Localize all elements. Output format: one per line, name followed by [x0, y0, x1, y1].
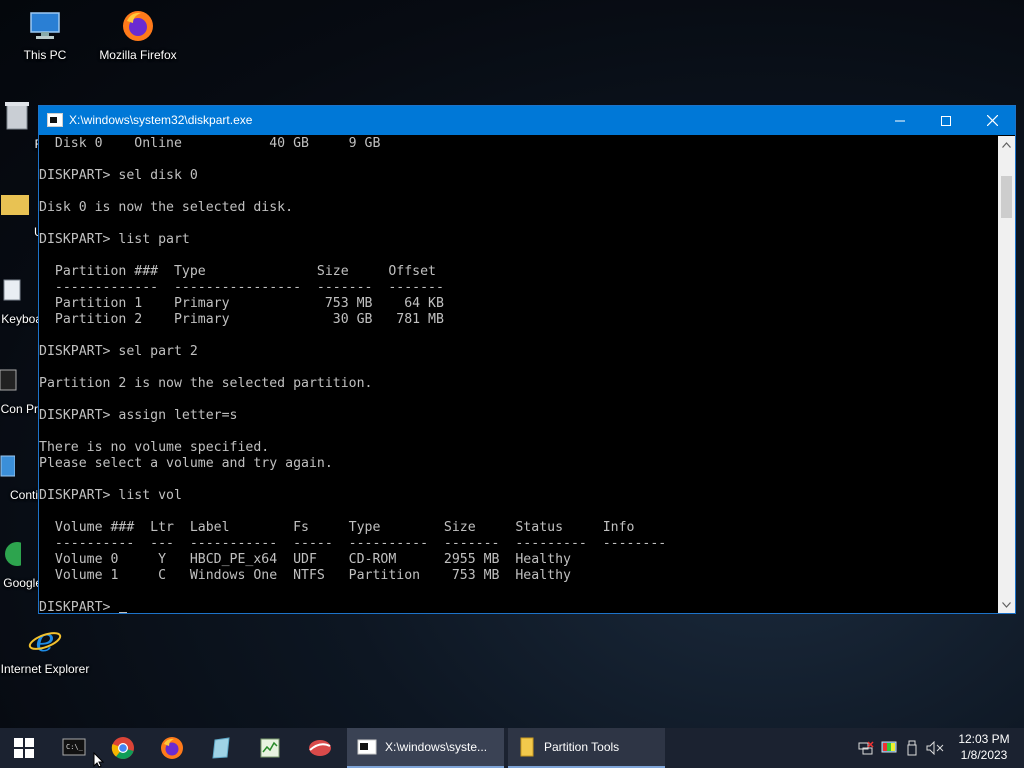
desktop-icon-label: Google — [3, 576, 42, 590]
taskbar-chrome[interactable] — [99, 728, 147, 768]
recycle-bin-icon — [0, 97, 35, 133]
window-titlebar[interactable]: X:\windows\system32\diskpart.exe — [39, 106, 1015, 135]
command-prompt-icon: C:\_ — [62, 738, 86, 756]
tray-volume-icon-button[interactable] — [923, 728, 947, 768]
this-pc-icon — [27, 8, 63, 44]
taskbar-window-partition-tools[interactable]: Partition Tools — [508, 728, 665, 768]
chrome-icon — [111, 737, 134, 759]
desktop-icon-label: Conti — [9, 488, 38, 502]
taskbar-window-label: X:\windows\syste... — [385, 740, 488, 754]
console-text: Disk 0 Online 40 GB 9 GB DISKPART> sel d… — [39, 136, 667, 613]
display-color-icon — [881, 741, 897, 753]
folder-icon — [0, 185, 33, 221]
svg-text:C:\_: C:\_ — [66, 743, 84, 751]
console-window-icon — [357, 739, 377, 755]
desktop-icon-this-pc[interactable]: This PC — [0, 8, 90, 62]
task-manager-icon — [260, 738, 280, 758]
notepad-icon — [212, 737, 230, 759]
window-title: X:\windows\system32\diskpart.exe — [69, 113, 253, 127]
tray-network-icon-button[interactable] — [854, 728, 878, 768]
tray-display-icon-button[interactable] — [877, 728, 901, 768]
console-app-icon — [47, 113, 63, 127]
svg-text:e: e — [36, 623, 55, 657]
clock-date: 1/8/2023 — [960, 748, 1008, 762]
taskbar-clock[interactable]: 12:03 PM 1/8/2023 — [954, 731, 1014, 763]
clock-time: 12:03 PM — [958, 732, 1010, 746]
scroll-up-button[interactable] — [998, 136, 1015, 153]
desktop-icon-internet-explorer[interactable]: e Internet Explorer — [0, 622, 90, 676]
taskbar-firefox[interactable] — [148, 728, 196, 768]
app-icon — [0, 448, 23, 484]
chevron-up-icon — [1002, 141, 1011, 148]
maximize-icon — [941, 115, 951, 126]
firefox-icon — [161, 737, 183, 759]
console-icon — [0, 362, 26, 398]
desktop-icon-label: Mozilla Firefox — [99, 48, 177, 62]
network-disconnected-icon — [858, 741, 874, 755]
maximize-button[interactable] — [923, 106, 969, 135]
desktop-icon-contig[interactable]: Conti — [0, 448, 38, 502]
taskbar-command-prompt[interactable]: C:\_ — [50, 728, 98, 768]
taskbar-notepad[interactable] — [197, 728, 245, 768]
desktop-icon-firefox[interactable]: Mozilla Firefox — [93, 8, 183, 62]
chevron-down-icon — [1002, 601, 1011, 608]
minimize-button[interactable] — [877, 106, 923, 135]
mouse-pointer-icon — [93, 752, 105, 768]
taskbar-network-tool[interactable] — [296, 728, 344, 768]
internet-explorer-icon: e — [27, 622, 63, 658]
desktop-icon-label: Con Pr — [0, 402, 38, 416]
usb-drive-icon — [907, 740, 917, 756]
taskbar-task-manager[interactable] — [246, 728, 294, 768]
windows-logo-icon — [14, 738, 34, 758]
desktop-icon-label: This PC — [23, 48, 67, 62]
text-cursor — [119, 612, 128, 613]
scrollbar-thumb[interactable] — [1001, 176, 1012, 218]
diskpart-window[interactable]: X:\windows\system32\diskpart.exe Disk 0 … — [38, 105, 1016, 614]
taskbar-window-label: Partition Tools — [544, 740, 620, 754]
desktop-icon-control-panel[interactable]: Con Pr — [0, 362, 38, 417]
tray-usb-icon-button[interactable] — [900, 728, 924, 768]
scroll-down-button[interactable] — [998, 596, 1015, 613]
desktop-icon-label: Ch Keyboa — [0, 312, 42, 326]
minimize-icon — [895, 120, 905, 121]
close-button[interactable] — [969, 106, 1015, 135]
desktop-icon-google-chrome[interactable]: Google — [0, 536, 42, 590]
chrome-icon — [0, 536, 27, 572]
network-tool-icon — [309, 740, 331, 756]
keyboard-icon — [0, 272, 30, 308]
volume-muted-icon — [926, 741, 944, 755]
folder-icon — [520, 737, 534, 757]
vertical-scrollbar[interactable] — [998, 136, 1015, 613]
taskbar-window-diskpart[interactable]: X:\windows\syste... — [347, 728, 504, 768]
desktop-icon-label: Internet Explorer — [0, 662, 90, 676]
console-output[interactable]: Disk 0 Online 40 GB 9 GB DISKPART> sel d… — [39, 136, 997, 613]
firefox-icon — [120, 8, 156, 44]
close-icon — [986, 115, 998, 126]
desktop-icon-keyboard[interactable]: Ch Keyboa — [0, 272, 42, 327]
taskbar: C:\_ X:\windows\syste... Partition Tools… — [0, 728, 1024, 768]
start-button[interactable] — [0, 728, 48, 768]
